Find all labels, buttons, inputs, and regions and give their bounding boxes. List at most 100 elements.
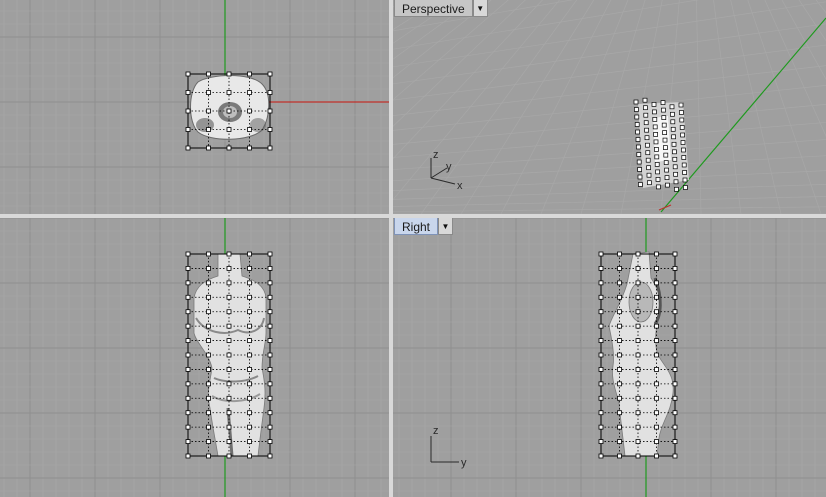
- control-point[interactable]: [663, 145, 668, 150]
- control-point[interactable]: [635, 266, 641, 271]
- control-point[interactable]: [206, 323, 211, 329]
- control-point[interactable]: [645, 157, 651, 163]
- control-point[interactable]: [670, 126, 676, 132]
- control-point[interactable]: [226, 90, 232, 95]
- control-point[interactable]: [635, 395, 641, 401]
- control-point[interactable]: [617, 338, 622, 343]
- control-point[interactable]: [654, 309, 659, 315]
- control-point[interactable]: [681, 162, 687, 168]
- viewport-front[interactable]: [0, 218, 389, 497]
- control-point[interactable]: [636, 159, 642, 165]
- front-viewport-canvas[interactable]: [0, 218, 389, 497]
- control-point[interactable]: [635, 338, 641, 343]
- control-point[interactable]: [247, 338, 252, 343]
- control-point[interactable]: [672, 424, 678, 430]
- control-point[interactable]: [634, 107, 639, 112]
- control-point[interactable]: [652, 109, 657, 115]
- control-point[interactable]: [185, 251, 191, 257]
- control-point[interactable]: [654, 280, 659, 286]
- chevron-down-icon[interactable]: ▼: [438, 218, 454, 235]
- control-point[interactable]: [267, 381, 273, 387]
- control-point[interactable]: [598, 323, 604, 329]
- control-point[interactable]: [247, 251, 252, 257]
- control-point[interactable]: [661, 115, 667, 120]
- control-point[interactable]: [662, 130, 667, 135]
- control-point[interactable]: [637, 174, 643, 180]
- control-point[interactable]: [656, 184, 661, 190]
- control-point[interactable]: [267, 127, 273, 132]
- control-point[interactable]: [672, 323, 678, 329]
- control-point[interactable]: [206, 338, 211, 343]
- control-point[interactable]: [247, 90, 252, 95]
- control-point[interactable]: [665, 182, 670, 188]
- control-point[interactable]: [617, 251, 622, 257]
- control-point[interactable]: [226, 395, 232, 401]
- control-point[interactable]: [635, 280, 641, 286]
- control-point[interactable]: [226, 338, 232, 343]
- control-point[interactable]: [617, 294, 622, 300]
- control-point[interactable]: [635, 439, 641, 444]
- control-point[interactable]: [617, 280, 622, 286]
- control-point[interactable]: [226, 266, 232, 271]
- control-point[interactable]: [226, 410, 232, 416]
- control-point[interactable]: [185, 145, 191, 151]
- control-point[interactable]: [617, 309, 622, 315]
- control-point[interactable]: [206, 367, 211, 372]
- control-point[interactable]: [267, 309, 273, 315]
- control-point[interactable]: [617, 395, 622, 401]
- control-point[interactable]: [634, 122, 640, 127]
- control-point[interactable]: [635, 367, 641, 372]
- control-point[interactable]: [206, 108, 211, 114]
- control-point[interactable]: [653, 139, 659, 145]
- control-point[interactable]: [660, 100, 666, 105]
- control-point[interactable]: [672, 266, 678, 271]
- control-point[interactable]: [645, 150, 651, 156]
- control-point[interactable]: [226, 251, 232, 257]
- control-point[interactable]: [635, 251, 641, 257]
- control-point[interactable]: [672, 164, 678, 170]
- control-point[interactable]: [617, 410, 622, 416]
- control-point[interactable]: [635, 137, 641, 142]
- control-point[interactable]: [206, 145, 211, 151]
- control-point[interactable]: [672, 453, 678, 459]
- control-point[interactable]: [654, 424, 659, 430]
- viewport-perspective[interactable]: z y x Perspective ▼: [393, 0, 826, 214]
- control-point[interactable]: [185, 280, 191, 286]
- control-point[interactable]: [680, 140, 686, 145]
- control-point[interactable]: [654, 439, 659, 444]
- control-point[interactable]: [617, 439, 622, 444]
- viewport-title-right[interactable]: Right ▼: [394, 218, 454, 235]
- control-point[interactable]: [598, 424, 604, 430]
- control-point[interactable]: [635, 424, 641, 430]
- control-point[interactable]: [682, 170, 687, 175]
- control-point[interactable]: [247, 266, 252, 271]
- control-point[interactable]: [670, 119, 676, 125]
- control-point[interactable]: [185, 439, 191, 444]
- control-point[interactable]: [185, 323, 191, 329]
- control-point[interactable]: [654, 294, 659, 300]
- control-point[interactable]: [185, 395, 191, 401]
- control-point[interactable]: [681, 147, 686, 153]
- control-point[interactable]: [645, 142, 650, 148]
- control-point[interactable]: [598, 453, 604, 459]
- control-point[interactable]: [638, 182, 643, 187]
- control-point[interactable]: [247, 424, 252, 430]
- perspective-viewport-canvas[interactable]: z y x: [393, 0, 826, 214]
- control-point[interactable]: [267, 251, 273, 257]
- control-point[interactable]: [206, 424, 211, 430]
- control-point[interactable]: [669, 104, 675, 110]
- control-point[interactable]: [206, 251, 211, 257]
- control-point[interactable]: [206, 453, 211, 459]
- control-point[interactable]: [681, 155, 687, 160]
- control-point[interactable]: [185, 127, 191, 132]
- control-point[interactable]: [598, 395, 604, 401]
- control-point[interactable]: [646, 165, 651, 171]
- control-point[interactable]: [226, 323, 232, 329]
- control-point[interactable]: [635, 453, 641, 459]
- control-point[interactable]: [673, 179, 679, 185]
- control-point[interactable]: [247, 453, 252, 459]
- control-point[interactable]: [672, 381, 678, 387]
- control-point[interactable]: [682, 177, 688, 183]
- control-point[interactable]: [654, 323, 659, 329]
- control-point[interactable]: [185, 424, 191, 430]
